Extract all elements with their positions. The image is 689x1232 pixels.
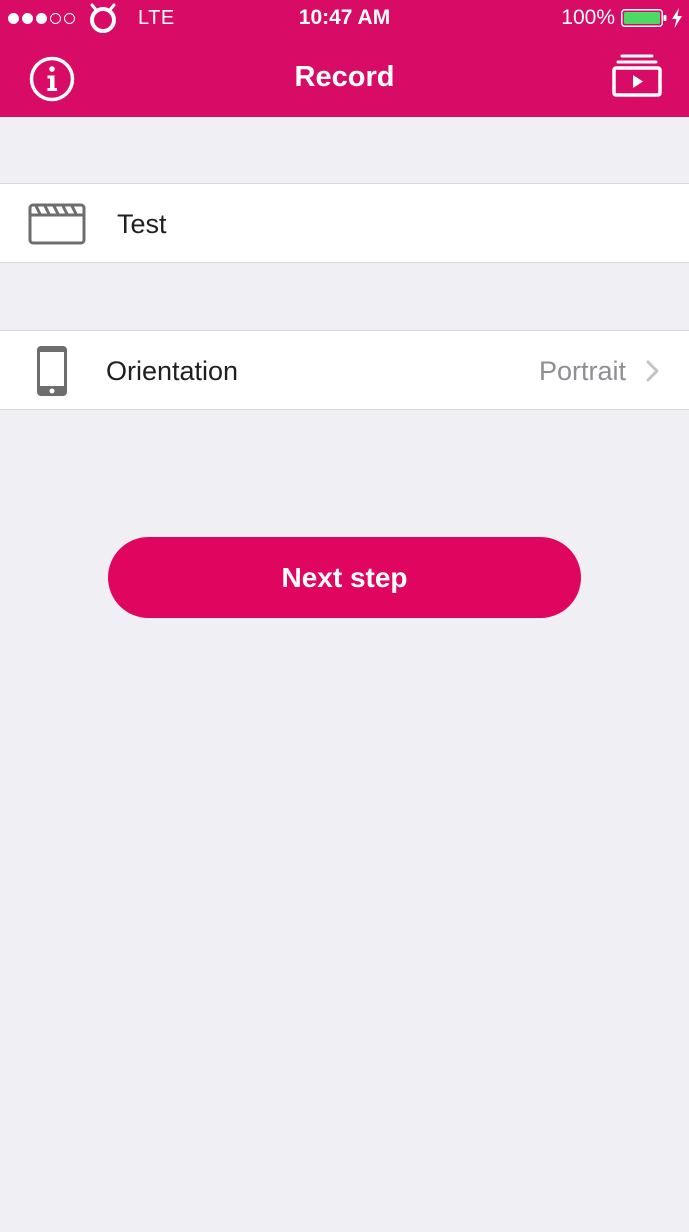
- battery-icon: [621, 9, 667, 27]
- chevron-right-icon: [646, 360, 659, 382]
- orientation-label: Orientation: [106, 356, 239, 386]
- status-bar: LTE 10:47 AM 100%: [0, 0, 689, 36]
- smartphone-icon: [37, 346, 67, 396]
- orientation-value: Portrait: [538, 356, 626, 386]
- charging-bolt-icon: [672, 8, 682, 28]
- navigation-bar: Record: [0, 36, 689, 117]
- project-name-cell: [0, 183, 689, 263]
- page-title: Record: [294, 61, 395, 93]
- project-name-input[interactable]: [117, 206, 657, 242]
- video-library-icon[interactable]: [612, 53, 662, 97]
- next-step-button[interactable]: Next step: [108, 537, 581, 618]
- top-bar: LTE 10:47 AM 100% Record: [0, 0, 689, 117]
- orientation-row[interactable]: Orientation Portrait: [0, 330, 689, 410]
- battery-percentage: 100%: [561, 6, 615, 29]
- record-screen: LTE 10:47 AM 100% Record Test Orientatio…: [0, 0, 689, 1232]
- clapperboard-icon: [28, 203, 86, 245]
